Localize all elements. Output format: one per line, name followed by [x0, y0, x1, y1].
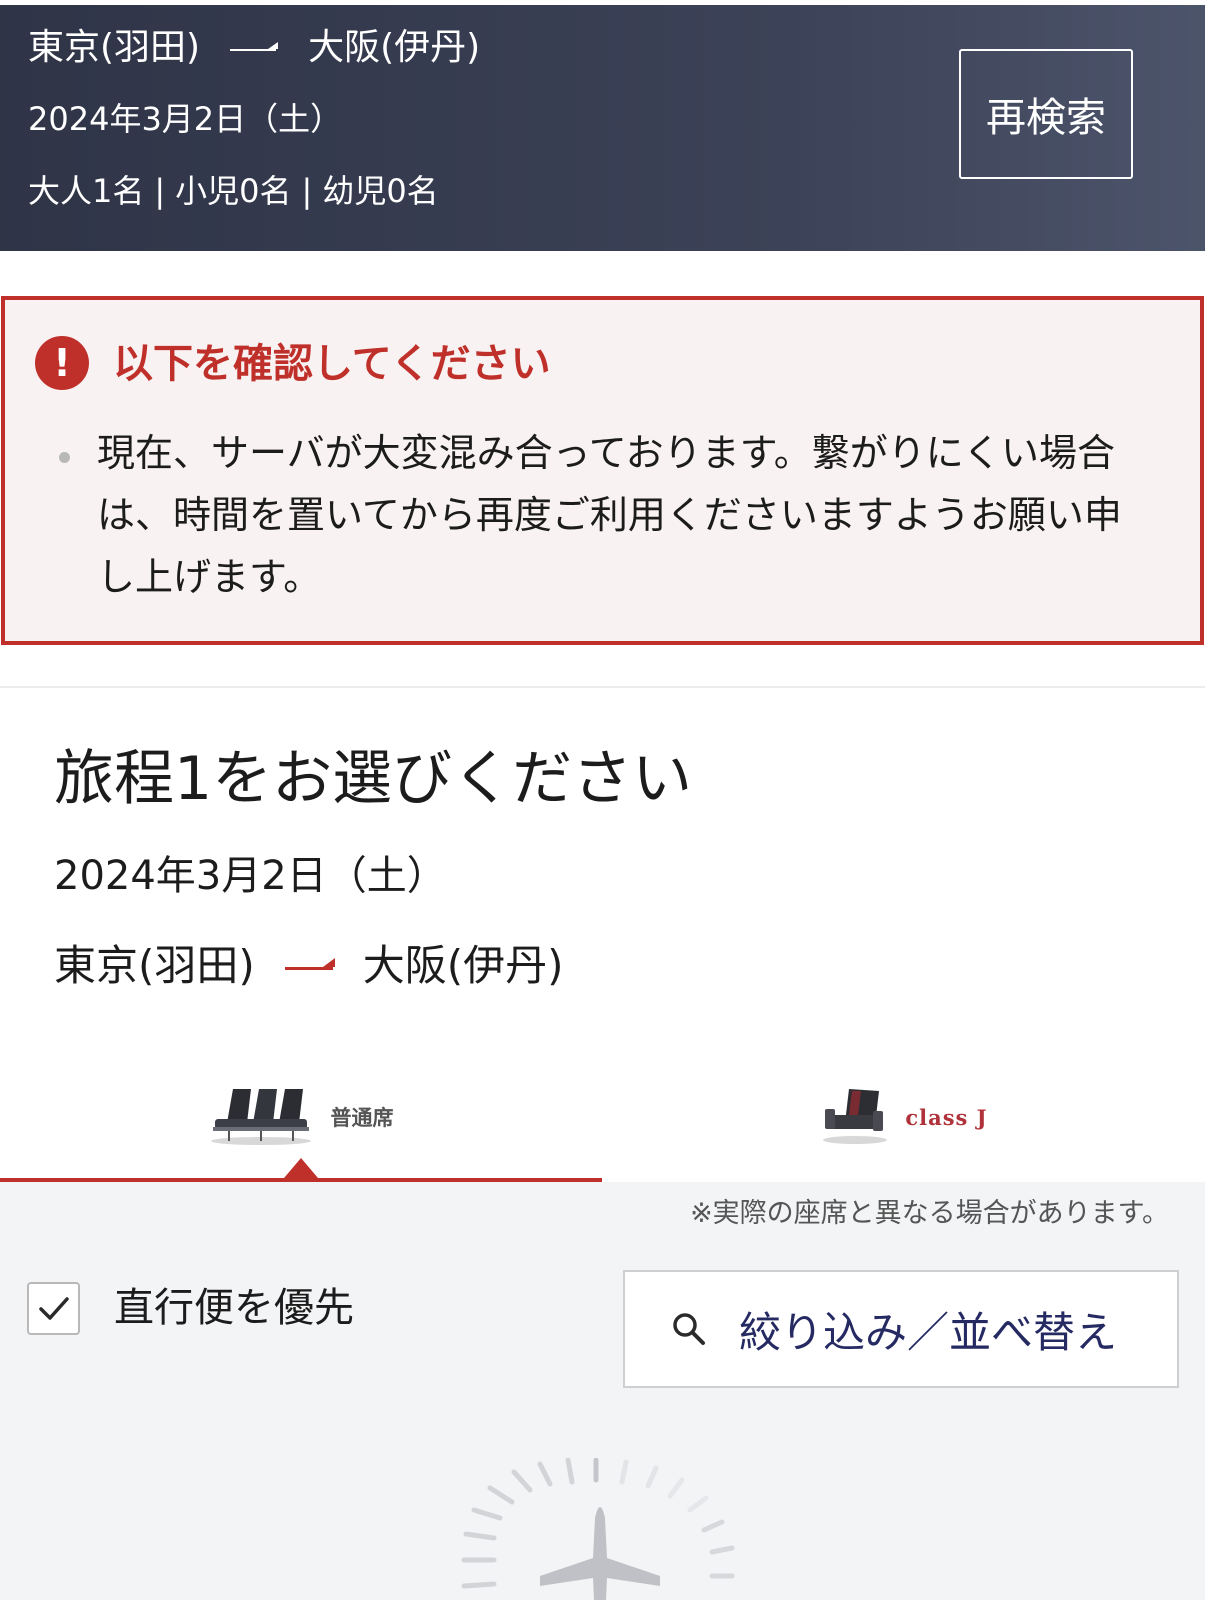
bullet-icon: [59, 452, 70, 463]
seat-note: ※実際の座席と異なる場合があります。: [690, 1198, 1169, 1229]
route-arrow-icon: [230, 42, 279, 51]
itinerary-destination: 大阪(伊丹): [362, 941, 564, 990]
alert-box: ! 以下を確認してください 現在、サーバが大変混み合っております。繋がりにくい場…: [1, 296, 1204, 645]
checkmark-icon: [38, 1296, 69, 1320]
itinerary-route: 東京(羽田) 大阪(伊丹): [54, 937, 564, 995]
infants-count: 幼児0名: [322, 172, 439, 210]
search-icon: [669, 1309, 709, 1349]
cabin-tabs: 普通席 class J: [0, 1050, 1205, 1180]
summary-date: 2024年3月2日（土）: [28, 100, 343, 138]
adults-count: 大人1名: [28, 172, 145, 210]
tab-class-j-label: class J: [905, 1104, 988, 1130]
pax-separator: |: [301, 172, 313, 210]
itinerary-date: 2024年3月2日（土）: [54, 853, 447, 899]
direct-flight-label[interactable]: 直行便を優先: [114, 1280, 354, 1336]
summary-origin: 東京(羽田): [28, 27, 201, 68]
itinerary-title: 旅程1をお選びください: [54, 744, 693, 814]
summary-destination: 大阪(伊丹): [308, 27, 481, 68]
itinerary-origin: 東京(羽田): [54, 941, 255, 990]
children-count: 小児0名: [175, 172, 292, 210]
classj-seat-icon: [823, 1089, 888, 1144]
route-arrow-icon: [284, 957, 335, 970]
exclamation-icon: !: [35, 336, 89, 390]
economy-seat-icon: [210, 1089, 311, 1145]
summary-route: 東京(羽田) 大阪(伊丹): [28, 23, 480, 73]
selected-tab-indicator: [284, 1158, 318, 1178]
search-summary-bar: 東京(羽田) 大阪(伊丹) 2024年3月2日（土） 大人1名 | 小児0名 | 幼児0…: [0, 5, 1205, 251]
tab-class-j[interactable]: class J: [602, 1050, 1205, 1180]
loading-spinner-icon: [461, 1458, 735, 1600]
alert-title: 以下を確認してください: [113, 341, 551, 387]
section-divider: [0, 686, 1205, 688]
research-button[interactable]: 再検索: [959, 49, 1133, 179]
alert-message: 現在、サーバが大変混み合っております。繋がりにくい場合は、時間を置いてから再度ご…: [97, 431, 1122, 599]
filter-sort-button[interactable]: 絞り込み／並べ替え: [623, 1270, 1179, 1388]
filter-sort-label: 絞り込み／並べ替え: [739, 1307, 1118, 1357]
direct-flight-checkbox[interactable]: [27, 1282, 80, 1335]
pax-separator: |: [154, 172, 166, 210]
tab-economy-label: 普通席: [330, 1105, 394, 1130]
summary-passengers: 大人1名 | 小児0名 | 幼児0名: [28, 169, 439, 213]
